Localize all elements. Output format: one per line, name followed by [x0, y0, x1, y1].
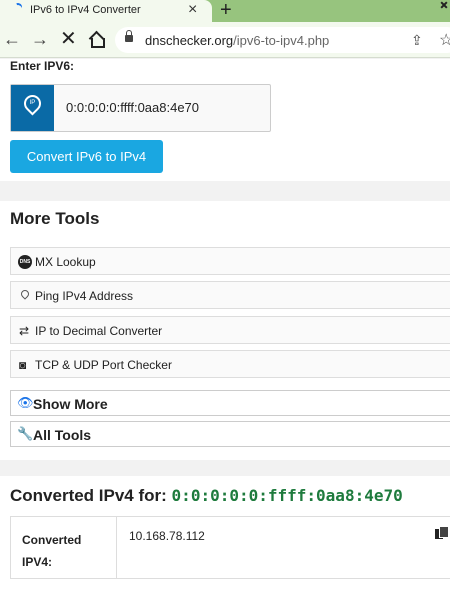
tool-item-ping-ipv4[interactable]: Ping IPv4 Address [10, 281, 450, 309]
tool-item-port-checker[interactable]: ◙ TCP & UDP Port Checker [10, 350, 450, 378]
result-label-line1: Converted [22, 533, 82, 547]
result-card: Converted IPv4 for: 0:0:0:0:0:ffff:0aa8:… [0, 476, 450, 598]
result-title-ip: 0:0:0:0:0:ffff:0aa8:4e70 [171, 486, 403, 505]
url-path: /ipv6-to-ipv4.php [233, 33, 330, 48]
copy-icon[interactable] [435, 526, 449, 540]
tool-label: MX Lookup [35, 255, 96, 269]
tool-label: TCP & UDP Port Checker [35, 358, 172, 372]
result-ipv4-value: 10.168.78.112 [129, 529, 205, 543]
wrench-icon: 🔧 [17, 426, 34, 441]
ip-icon-box: IP [11, 85, 54, 131]
result-table: Converted IPV4: 10.168.78.112 [10, 516, 450, 579]
address-bar[interactable]: dnschecker.org/ipv6-to-ipv4.php ⇪ ☆ [115, 27, 450, 53]
back-icon[interactable]: ← [3, 29, 21, 49]
ip-pin-icon: IP [20, 91, 45, 116]
tool-label: Ping IPv4 Address [35, 289, 134, 303]
port-icon: ◙ [19, 358, 27, 372]
tab-title: IPv6 to IPv4 Converter [30, 4, 141, 16]
browser-tab-strip: IPv6 to IPv4 Converter × + [0, 0, 450, 22]
browser-toolbar: ← → ✕ dnschecker.org/ipv6-to-ipv4.php ⇪ … [0, 22, 450, 58]
tool-label: IP to Decimal Converter [35, 324, 163, 338]
tab-close-icon[interactable]: × [188, 1, 197, 19]
star-icon[interactable]: ☆ [439, 30, 450, 50]
more-tools-title: More Tools [10, 209, 100, 228]
url-host: dnschecker.org [145, 33, 234, 48]
result-row-label: Converted IPV4: [11, 517, 117, 578]
ip-pin-text: IP [29, 99, 36, 106]
browser-tab[interactable]: IPv6 to IPv4 Converter × [0, 0, 212, 22]
url-text[interactable]: dnschecker.org/ipv6-to-ipv4.php [145, 33, 329, 48]
forward-icon[interactable]: → [31, 29, 49, 49]
location-pin-icon [19, 288, 31, 300]
show-more-button[interactable]: 👁 Show More [10, 390, 450, 416]
page-content: Enter IPV6: IP 0:0:0:0:0:ffff:0aa8:4e70 … [0, 59, 450, 598]
result-title-prefix: Converted IPv4 for: [10, 486, 172, 505]
tab-favicon-icon [12, 1, 24, 13]
ipv6-input-value[interactable]: 0:0:0:0:0:ffff:0aa8:4e70 [66, 100, 199, 115]
dns-icon: DNS [18, 255, 32, 269]
swap-arrows-icon: ⇄ [19, 324, 30, 338]
more-tools-card: More Tools DNS MX Lookup Ping IPv4 Addre… [0, 201, 450, 460]
show-more-label: Show More [33, 396, 108, 412]
window-close-icon[interactable] [438, 0, 450, 14]
stop-icon[interactable]: ✕ [60, 29, 77, 49]
all-tools-button[interactable]: 🔧 All Tools [10, 421, 450, 447]
convert-button[interactable]: Convert IPv6 to IPv4 [10, 140, 163, 173]
converter-card: Enter IPV6: IP 0:0:0:0:0:ffff:0aa8:4e70 … [0, 59, 450, 181]
share-icon[interactable]: ⇪ [411, 32, 423, 49]
ipv6-input[interactable]: IP 0:0:0:0:0:ffff:0aa8:4e70 [10, 84, 271, 132]
new-tab-button[interactable]: + [220, 0, 232, 21]
ipv6-label: Enter IPV6: [10, 59, 75, 73]
lock-icon[interactable] [125, 30, 133, 42]
result-label-line2: IPV4: [22, 555, 53, 569]
all-tools-label: All Tools [33, 427, 92, 443]
tool-item-ip-to-decimal[interactable]: ⇄ IP to Decimal Converter [10, 316, 450, 344]
eye-icon: 👁 [17, 395, 34, 410]
result-title: Converted IPv4 for: 0:0:0:0:0:ffff:0aa8:… [10, 486, 403, 506]
tool-item-mx-lookup[interactable]: DNS MX Lookup [10, 247, 450, 275]
home-icon[interactable] [88, 32, 105, 48]
